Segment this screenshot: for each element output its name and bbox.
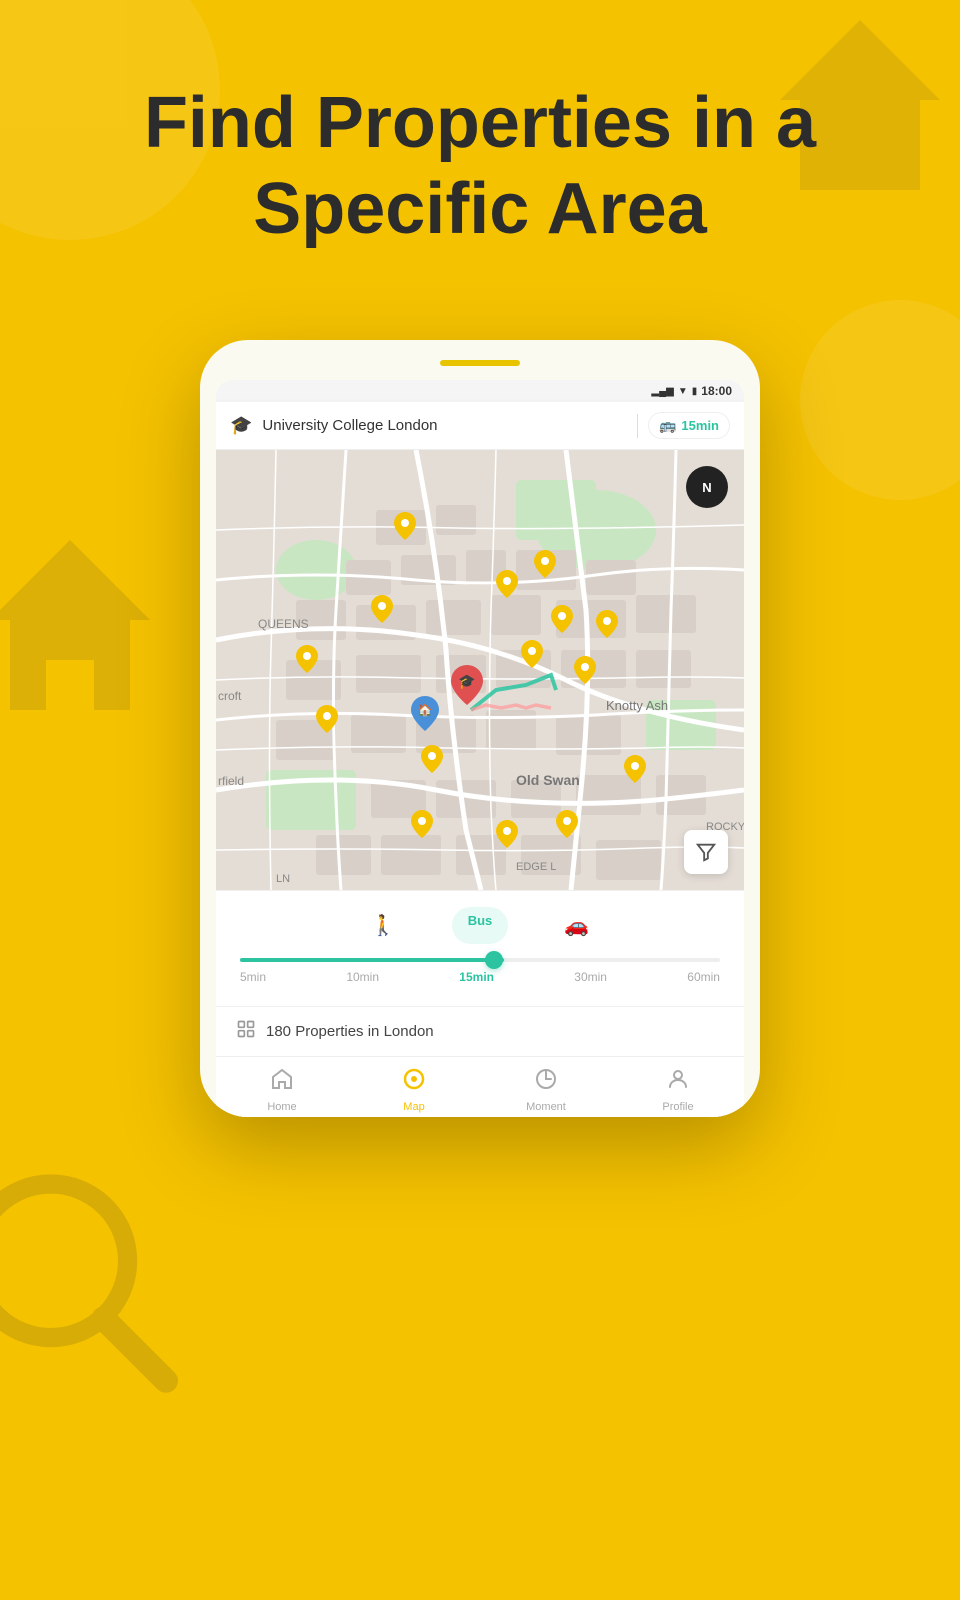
phone-mockup: ▂▄▆ ▼ ▮ 18:00 🎓 University College Londo… [200,340,760,1117]
moment-nav-label: Moment [526,1101,566,1113]
wifi-icon: ▼ [678,386,688,397]
filter-button[interactable] [684,830,728,874]
bus-icon: 🚌 [659,417,676,434]
graduation-icon: 🎓 [230,415,252,436]
slider-thumb[interactable] [485,951,503,969]
time-label-30: 30min [574,970,607,984]
time-label-60: 60min [687,970,720,984]
headline-title: Find Properties in a Specific Area [80,80,880,253]
grid-icon [236,1019,256,1044]
slider-labels: 5min 10min 15min 30min 60min [240,970,720,984]
car-tab[interactable]: 🚗 [548,907,605,944]
map-nav-icon [402,1067,426,1097]
status-bar: ▂▄▆ ▼ ▮ 18:00 [216,380,744,402]
search-bar[interactable]: 🎓 University College London 🚌 15min [216,402,744,450]
battery-icon: ▮ [692,386,698,397]
bottom-nav: Home Map [216,1056,744,1117]
compass-letter: N [702,480,711,495]
map-nav-label: Map [403,1101,424,1113]
bus-tab-label: Bus [468,913,493,928]
nav-home[interactable]: Home [216,1067,348,1113]
divider [637,414,638,438]
phone-screen: ▂▄▆ ▼ ▮ 18:00 🎓 University College Londo… [216,380,744,1117]
bg-magnifier-decoration [0,1160,190,1400]
map-pins: 🎓 🏠 [216,450,744,890]
transport-tabs: 🚶 Bus 🚗 [236,907,724,944]
map-area[interactable]: QUEENS croft Knotty Ash Old Swan rfield … [216,450,744,890]
nav-profile[interactable]: Profile [612,1067,744,1113]
time-label-10: 10min [346,970,379,984]
filter-icon [695,841,717,863]
home-nav-icon [270,1067,294,1097]
car-icon: 🚗 [564,913,589,938]
compass: N [686,466,728,508]
nav-map[interactable]: Map [348,1067,480,1113]
bus-tab[interactable]: Bus [452,907,509,944]
nav-moment[interactable]: Moment [480,1067,612,1113]
bg-house-decoration [0,520,170,720]
profile-nav-label: Profile [662,1101,693,1113]
time-label-15: 15min [459,970,494,984]
transport-panel: 🚶 Bus 🚗 5min [216,890,744,1006]
properties-bar: 180 Properties in London [216,1006,744,1056]
bg-decoration-2 [800,300,960,500]
transit-time: 15min [681,418,719,433]
time-label-5: 5min [240,970,266,984]
profile-nav-icon [666,1067,690,1097]
phone-notch [440,360,520,366]
phone-frame: ▂▄▆ ▼ ▮ 18:00 🎓 University College Londo… [200,340,760,1117]
walk-icon: 🚶 [371,913,396,938]
properties-count: 180 Properties in London [266,1023,434,1040]
moment-nav-icon [534,1067,558,1097]
headline-section: Find Properties in a Specific Area [0,80,960,253]
time-slider[interactable]: 5min 10min 15min 30min 60min [236,958,724,984]
svg-text:🏠: 🏠 [418,703,433,717]
slider-track [240,958,720,962]
svg-text:🎓: 🎓 [458,673,475,690]
transit-badge[interactable]: 🚌 15min [648,412,730,439]
status-time: 18:00 [701,384,732,398]
signal-icon: ▂▄▆ [651,386,673,397]
walk-tab[interactable]: 🚶 [355,907,412,944]
slider-fill [240,958,504,962]
location-label: University College London [262,417,627,434]
home-nav-label: Home [267,1101,296,1113]
